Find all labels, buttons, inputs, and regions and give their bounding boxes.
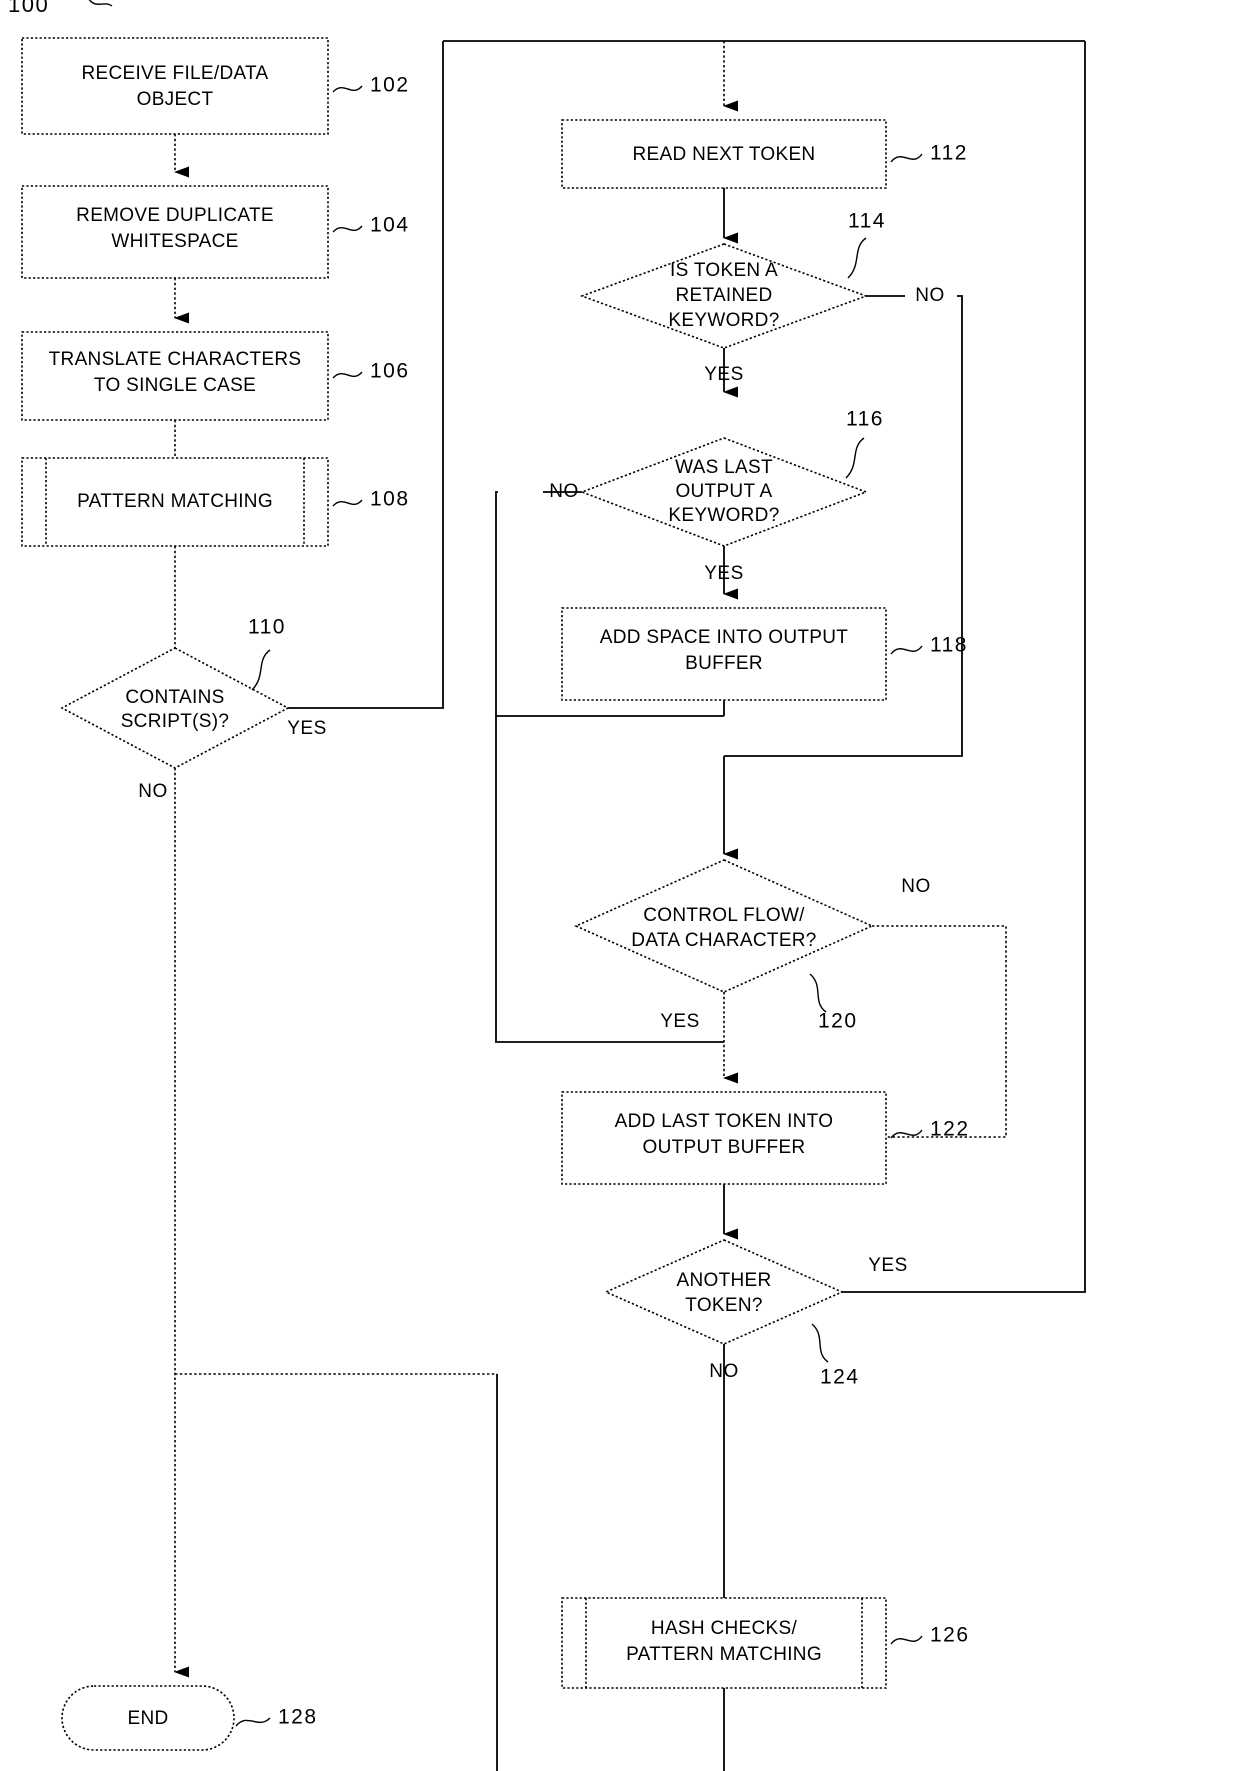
node-116-ref: 116	[846, 408, 884, 431]
node-116-line-1: OUTPUT A	[675, 481, 772, 502]
node-122-line-0: ADD LAST TOKEN INTO	[615, 1111, 834, 1132]
node-128-line-0: END	[127, 1708, 168, 1729]
node-106-line-0: TRANSLATE CHARACTERS	[49, 349, 302, 370]
node-124-line-1: TOKEN?	[685, 1295, 762, 1316]
node-114-ref: 114	[848, 210, 886, 233]
flowchart-svg: 100 RECEIVE FILE/DATA OBJECT 102 REMOVE …	[8, 0, 1086, 1771]
node-110-line-1: SCRIPT(S)?	[121, 711, 230, 732]
node-108-leader	[332, 499, 363, 507]
node-104-ref: 104	[370, 214, 410, 237]
node-116-leader	[845, 437, 865, 479]
node-114-line-2: KEYWORD?	[668, 310, 779, 331]
node-126-leader	[890, 1635, 923, 1645]
node-120-ref: 120	[818, 1010, 858, 1033]
node-110-yes-label: YES	[287, 718, 327, 739]
node-118-line-1: BUFFER	[685, 653, 763, 674]
patent-flowchart-page: 100 RECEIVE FILE/DATA OBJECT 102 REMOVE …	[0, 0, 1240, 1771]
node-104-leader	[332, 225, 363, 233]
node-122-ref: 122	[930, 1118, 970, 1141]
node-128-ref: 128	[278, 1706, 318, 1729]
node-106-leader	[332, 371, 363, 379]
node-108-ref: 108	[370, 488, 410, 511]
node-124-leader	[811, 1323, 829, 1363]
node-112-line-0: READ NEXT TOKEN	[633, 144, 816, 165]
node-126-line-1: PATTERN MATCHING	[626, 1644, 822, 1665]
node-110-line-0: CONTAINS	[125, 687, 224, 708]
node-106-ref: 106	[370, 360, 410, 383]
node-120-line-1: DATA CHARACTER?	[631, 930, 816, 951]
node-110-ref: 110	[248, 616, 286, 639]
node-126-shape	[561, 1597, 887, 1689]
node-104-line-0: REMOVE DUPLICATE	[76, 205, 274, 226]
node-120-yes-label: YES	[660, 1011, 700, 1032]
node-124-ref: 124	[820, 1366, 860, 1389]
node-112-ref: 112	[930, 142, 968, 165]
node-102-ref: 102	[370, 74, 410, 97]
node-106-line-1: TO SINGLE CASE	[94, 375, 256, 396]
node-120-line-0: CONTROL FLOW/	[643, 905, 805, 926]
node-120-leader	[809, 973, 827, 1013]
node-108-line-0: PATTERN MATCHING	[77, 491, 273, 512]
node-124-shape	[604, 1239, 844, 1345]
node-110-no-label: NO	[138, 781, 168, 802]
node-116-line-0: WAS LAST	[675, 457, 773, 478]
node-128-leader	[235, 1717, 271, 1727]
node-126-line-0: HASH CHECKS/	[651, 1618, 798, 1639]
node-120-no-label: NO	[901, 876, 931, 897]
figure-number: 100	[8, 0, 49, 17]
node-122-line-1: OUTPUT BUFFER	[643, 1137, 806, 1158]
node-112-leader	[890, 153, 923, 163]
node-102-line-1: OBJECT	[137, 89, 214, 110]
node-114-no-label: NO	[915, 285, 945, 306]
node-124-line-0: ANOTHER	[677, 1270, 772, 1291]
figure-leader-line	[88, 0, 113, 7]
node-118-line-0: ADD SPACE INTO OUTPUT	[600, 627, 848, 648]
node-114-leader	[847, 237, 867, 279]
node-118-leader	[890, 645, 923, 655]
node-118-ref: 118	[930, 634, 968, 657]
node-102-leader	[332, 85, 363, 93]
node-114-line-1: RETAINED	[675, 285, 772, 306]
node-126-ref: 126	[930, 1624, 970, 1647]
node-102-shape	[21, 37, 329, 135]
node-102-line-0: RECEIVE FILE/DATA	[81, 63, 268, 84]
node-114-line-0: IS TOKEN A	[670, 260, 778, 281]
node-104-line-1: WHITESPACE	[111, 231, 238, 252]
node-116-line-2: KEYWORD?	[668, 505, 779, 526]
node-124-yes-label: YES	[868, 1255, 908, 1276]
node-110-leader	[251, 649, 271, 691]
